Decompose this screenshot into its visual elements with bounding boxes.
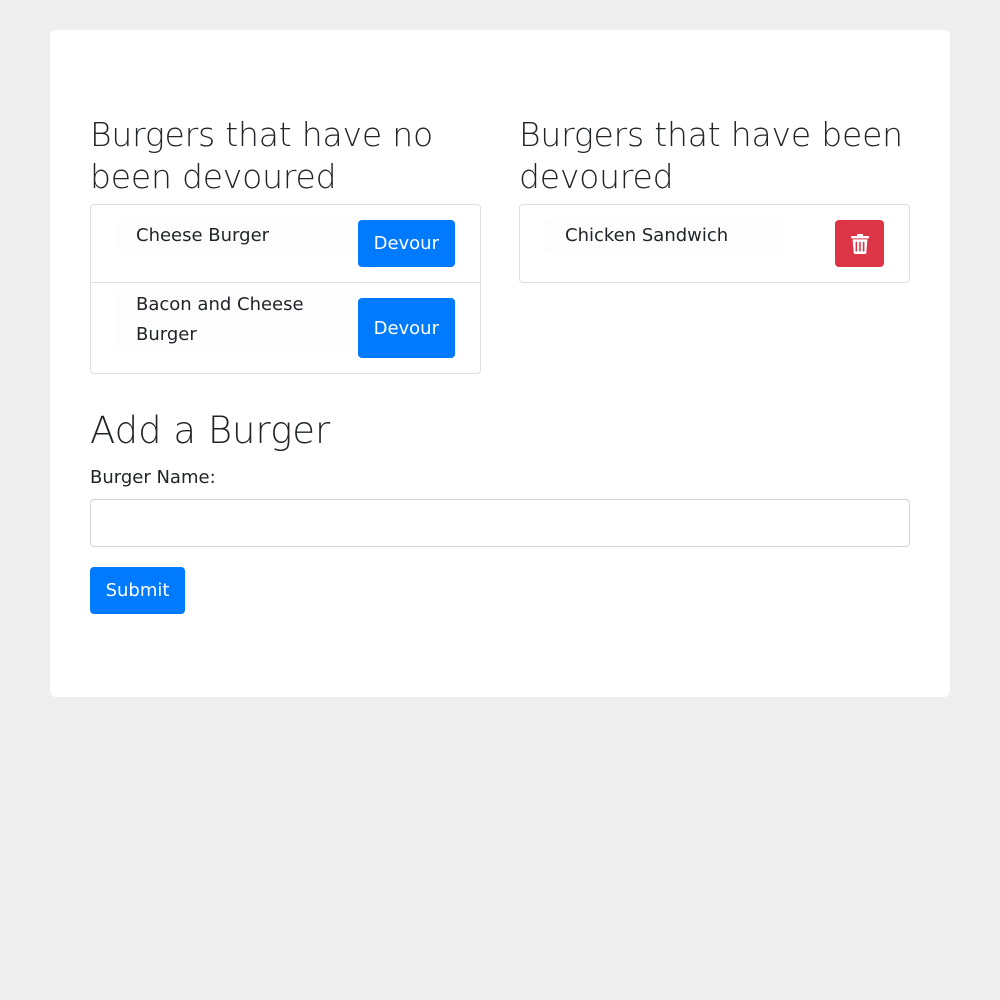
not-devoured-list: Cheese Burger Devour Bacon and Cheese Bu… — [90, 204, 481, 374]
list-item: Cheese Burger Devour — [91, 205, 480, 282]
main-card: Burgers that have no been devoured Chees… — [50, 30, 950, 697]
devour-button[interactable]: Devour — [357, 220, 455, 267]
burger-columns: Burgers that have no been devoured Chees… — [90, 114, 910, 374]
burger-name: Bacon and Cheese Burger — [116, 290, 356, 350]
not-devoured-column: Burgers that have no been devoured Chees… — [90, 114, 481, 374]
devoured-heading: Burgers that have been devoured — [519, 115, 903, 196]
list-item: Bacon and Cheese Burger Devour — [91, 282, 480, 373]
add-burger-form: Add a Burger Burger Name: Submit — [90, 407, 910, 614]
list-item: Chicken Sandwich — [520, 205, 909, 282]
devour-button[interactable]: Devour — [357, 298, 455, 358]
burger-name: Cheese Burger — [116, 220, 356, 251]
add-burger-heading: Add a Burger — [90, 409, 331, 452]
delete-button[interactable] — [835, 220, 884, 267]
burger-name-label: Burger Name: — [90, 467, 216, 488]
submit-button[interactable]: Submit — [90, 567, 185, 614]
burger-name-input[interactable] — [90, 499, 910, 547]
not-devoured-heading: Burgers that have no been devoured — [90, 115, 433, 196]
devoured-column: Burgers that have been devoured Chicken … — [519, 114, 910, 283]
trash-icon — [850, 233, 869, 254]
devoured-list: Chicken Sandwich — [519, 204, 910, 283]
burger-name: Chicken Sandwich — [545, 220, 785, 251]
